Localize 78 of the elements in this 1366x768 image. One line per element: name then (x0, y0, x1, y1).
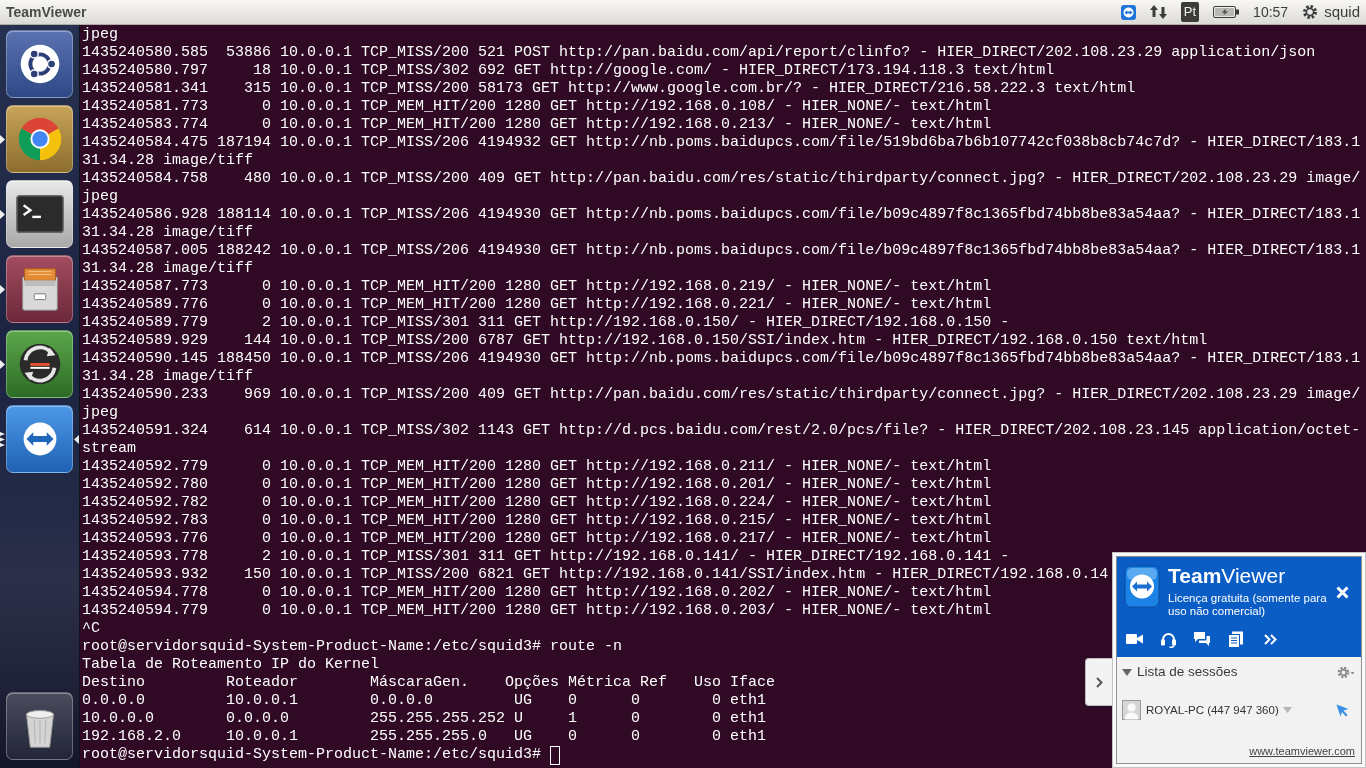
terminal-line: 1435240581.773 0 10.0.0.1 TCP_MEM_HIT/200 1280 GET http://192.168.0.108/ - HIER_NONE/- text/html (82, 98, 992, 115)
terminal-line: 1435240589.929 144 10.0.0.1 TCP_MISS/200 6787 GET http://192.168.0.150/SSI/index.htm - HIER_DIRECT/192.168.0.150 text/html (82, 332, 1208, 349)
document-icon (1228, 630, 1244, 648)
terminal-line: 1435240587.005 188242 10.0.0.1 TCP_MISS/206 4194930 GET http://nb.poms.baidupcs.com/file/b09c4897f8c1365fbd74bb8be83a54aa? - HIER_DIRECT/183.1 (82, 242, 1361, 259)
launcher-item[interactable] (5, 405, 74, 473)
terminal-line: 192.168.2.0 10.0.0.1 255.255.255.0 UG 0 0 0 eth1 (82, 728, 767, 745)
panel-title: TeamViewer (1168, 564, 1287, 588)
launcher-item[interactable] (5, 692, 74, 760)
pointer-icon[interactable] (1336, 703, 1349, 717)
terminal-line: stream (82, 440, 136, 457)
battery-icon[interactable] (1213, 6, 1240, 18)
terminal-line: 1435240592.779 0 10.0.0.1 TCP_MEM_HIT/200 1280 GET http://192.168.0.211/ - HIER_NONE/- text/html (82, 458, 992, 475)
close-button[interactable] (1336, 586, 1349, 599)
terminal-line: 1435240592.780 0 10.0.0.1 TCP_MEM_HIT/200 1280 GET http://192.168.0.201/ - HIER_NONE/- text/html (82, 476, 992, 493)
chevron-icon (1095, 676, 1103, 688)
terminal-line: 10.0.0.0 0.0.0.0 255.255.255.252 U 1 0 0 eth1 (82, 710, 767, 727)
launcher-item[interactable] (5, 180, 74, 248)
user-silhouette-icon (1122, 700, 1141, 721)
terminal-line: 1435240593.932 150 10.0.0.1 TCP_MISS/200 6821 GET http://192.168.0.141/SSI/index.htm - HIER_DIRECT/192.168.0.14 (82, 566, 1109, 583)
gear-icon[interactable] (1302, 4, 1319, 20)
terminal-line: 1435240589.776 0 10.0.0.1 TCP_MEM_HIT/200 1280 GET http://192.168.0.221/ - HIER_NONE/- text/html (82, 296, 992, 313)
license-text: Licença gratuita (somente para uso não comercial) (1168, 592, 1328, 618)
launcher-item[interactable] (5, 330, 74, 398)
terminal-line: 1435240583.774 0 10.0.0.1 TCP_MEM_HIT/200 1280 GET http://192.168.0.213/ - HIER_NONE/- text/html (82, 116, 992, 133)
toolbar-button[interactable] (1226, 630, 1246, 648)
window-title: TeamViewer (5, 2, 87, 22)
terminal-line: jpeg (82, 404, 118, 421)
terminal-line: 1435240593.778 2 10.0.0.1 TCP_MISS/301 311 GET http://192.168.0.141/ - HIER_DIRECT/192.168.0.141 - (82, 548, 1010, 565)
terminal-line: Destino Roteador MáscaraGen. Opções Métrica Ref Uso Iface (82, 674, 776, 691)
launcher-item[interactable] (5, 255, 74, 323)
toolbar-button[interactable] (1158, 630, 1178, 648)
terminal-line: jpeg (82, 26, 118, 43)
toolbar-button[interactable] (1192, 630, 1212, 648)
terminal-line: 1435240591.324 614 10.0.0.1 TCP_MISS/302 1143 GET http://d.pcs.baidu.com/rest/2.0/pcs/file? - HIER_DIRECT/202.108.23.145 application/octet- (82, 422, 1361, 439)
user-name[interactable]: squid (1324, 0, 1360, 24)
terminal-line: 1435240594.779 0 10.0.0.1 TCP_MEM_HIT/200 1280 GET http://192.168.0.203/ - HIER_NONE/- text/html (82, 602, 992, 619)
video-camera-icon (1125, 633, 1143, 645)
terminal-line: 1435240592.783 0 10.0.0.1 TCP_MEM_HIT/200 1280 GET http://192.168.0.215/ - HIER_NONE/- text/html (82, 512, 992, 529)
chat-icon (1193, 631, 1211, 647)
launcher-item[interactable] (5, 30, 74, 98)
terminal-line: 1435240580.585 53886 10.0.0.1 TCP_MISS/200 521 POST http://pan.baidu.com/api/report/clinfo? - HIER_DIRECT/202.108.23.29 application/json (82, 44, 1316, 61)
collapse-tab[interactable] (1085, 658, 1112, 706)
terminal-line: 0.0.0.0 10.0.0.1 0.0.0.0 UG 0 0 0 eth1 (82, 692, 767, 709)
double-chevron-icon (1263, 633, 1277, 645)
close-icon (1336, 586, 1349, 599)
settings-icon (1337, 665, 1355, 679)
terminal-line: ^C (82, 620, 100, 637)
clock[interactable]: 10:57 (1253, 1, 1289, 23)
terminal-line: 1435240592.782 0 10.0.0.1 TCP_MEM_HIT/200 1280 GET http://192.168.0.224/ - HIER_NONE/- text/html (82, 494, 992, 511)
cursor-icon (550, 746, 561, 765)
terminal-line: 31.34.28 image/tiff (82, 260, 254, 277)
terminal-line: 1435240584.758 480 10.0.0.1 TCP_MISS/200 409 GET http://pan.baidu.com/res/static/thirdparty/connect.jpg? - HIER_DIRECT/202.108.23.29 image/ (82, 170, 1361, 187)
terminal-line: jpeg (82, 188, 118, 205)
double-arrow-icon[interactable] (1120, 4, 1136, 20)
keyboard-layout-indicator[interactable]: Pt (1180, 2, 1200, 22)
up-down-arrows-icon[interactable] (1149, 4, 1167, 20)
terminal-line: 1435240589.779 2 10.0.0.1 TCP_MISS/301 311 GET http://192.168.0.150/ - HIER_DIRECT/192.168.0.150 - (82, 314, 1010, 331)
terminal-line: root@servidorsquid-System-Product-Name:/etc/squid3# route -n (82, 638, 623, 655)
terminal-line: Tabela de Roteamento IP do Kernel (82, 656, 380, 673)
launcher-item[interactable] (5, 105, 74, 173)
session-name[interactable]: ROYAL-PC (447 947 360) (1146, 701, 1279, 719)
terminal-line: 1435240590.233 969 10.0.0.1 TCP_MISS/200 409 GET http://pan.baidu.com/res/static/thirdparty/connect.jpg? - HIER_DIRECT/202.108.23.29 image/ (82, 386, 1361, 403)
terminal-line: 31.34.28 image/tiff (82, 224, 254, 241)
terminal-line: 1435240594.778 0 10.0.0.1 TCP_MEM_HIT/200 1280 GET http://192.168.0.202/ - HIER_NONE/- text/html (82, 584, 992, 601)
terminal-line: 1435240581.341 315 10.0.0.1 TCP_MISS/200 58173 GET http://www.google.com.br/? - HIER_DIRECT/216.58.222.3 text/html (82, 80, 1136, 97)
website-link[interactable]: www.teamviewer.com (1249, 742, 1355, 759)
terminal-line: 1435240590.145 188450 10.0.0.1 TCP_MISS/206 4194930 GET http://nb.poms.baidupcs.com/file/b09c4897f8c1365fbd74bb8be83a54aa? - HIER_DIRECT/183.1 (82, 350, 1361, 367)
headset-icon (1159, 630, 1177, 648)
terminal-line: 1435240586.928 188114 10.0.0.1 TCP_MISS/206 4194930 GET http://nb.poms.baidupcs.com/file/b09c4897f8c1365fbd74bb8be83a54aa? - HIER_DIRECT/183.1 (82, 206, 1361, 223)
terminal-line: 1435240587.773 0 10.0.0.1 TCP_MEM_HIT/200 1280 GET http://192.168.0.219/ - HIER_NONE/- text/html (82, 278, 992, 295)
session-list-toggle[interactable]: Lista de sessões (1122, 662, 1238, 683)
settings-button[interactable] (1337, 665, 1355, 679)
terminal-line: 1435240584.475 187194 10.0.0.1 TCP_MISS/206 4194932 GET http://nb.poms.baidupcs.com/file/519bd6ba7b6b107742cf038b8cb74c7d? - HIER_DIRECT/183.1 (82, 134, 1361, 151)
terminal-prompt: root@servidorsquid-System-Product-Name:/etc/squid3# (82, 746, 542, 763)
terminal-line: 1435240593.776 0 10.0.0.1 TCP_MEM_HIT/200 1280 GET http://192.168.0.217/ - HIER_NONE/- text/html (82, 530, 992, 547)
terminal-line: 1435240580.797 18 10.0.0.1 TCP_MISS/302 692 GET http://google.com/ - HIER_DIRECT/173.194.118.3 text/html (82, 62, 1055, 79)
terminal-line: 31.34.28 image/tiff (82, 152, 254, 169)
terminal-line: 31.34.28 image/tiff (82, 368, 254, 385)
